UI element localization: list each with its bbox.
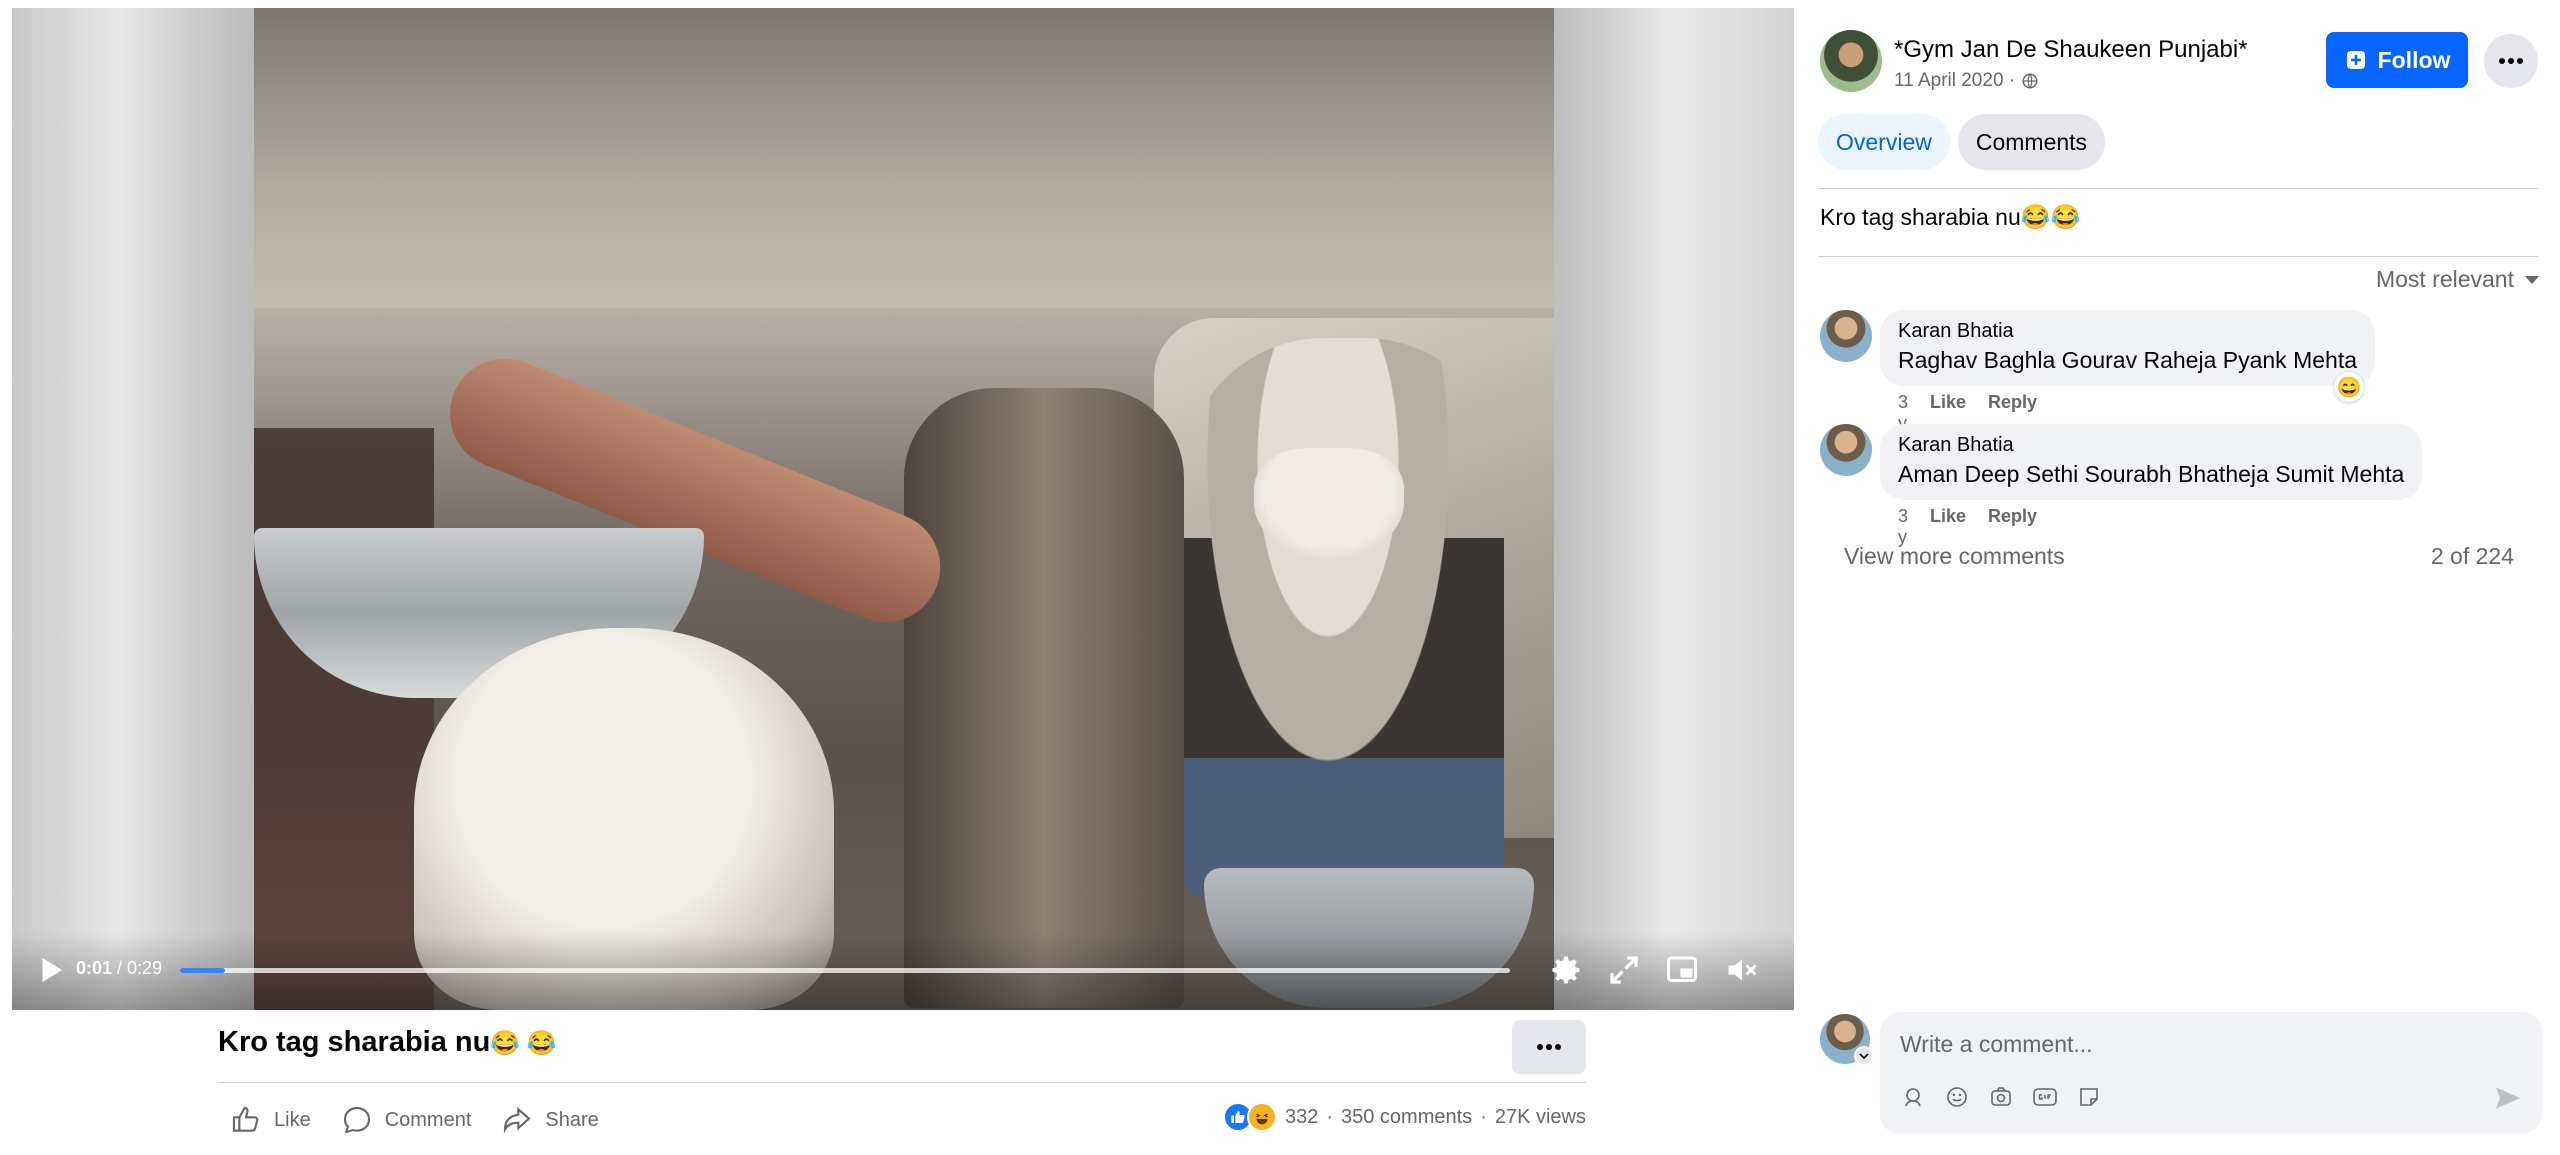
stats-separator: · [1480,1105,1487,1128]
reaction-count[interactable]: 332 [1285,1106,1318,1129]
current-time: 0:01 [76,958,113,978]
comment-author[interactable]: Karan Bhatia [1898,434,2404,457]
camera-icon[interactable] [1986,1082,2016,1112]
avatar[interactable] [1820,310,1872,362]
comment-meta: 3 y Like Reply [1898,506,2037,548]
caption-text: Kro tag sharabia nu [1820,204,2021,230]
sort-label: Most relevant [2375,266,2514,292]
comment-composer [1880,1012,2542,1134]
follow-label: Follow [2377,46,2451,73]
comment-like-link[interactable]: Like [1930,506,1966,548]
video-scene-person [1184,338,1504,898]
more-icon [2499,58,2523,64]
send-icon[interactable] [2492,1082,2524,1114]
play-icon[interactable] [32,952,68,988]
video-frame[interactable] [254,8,1554,1010]
post-caption: Kro tag sharabia nu😂😂 [1820,204,2081,231]
pip-icon[interactable] [1664,952,1700,988]
mute-icon[interactable] [1724,952,1760,988]
post-actions: Like Comment Share [230,1100,599,1140]
settings-icon[interactable] [1548,952,1584,988]
reaction-icons[interactable] [1222,1102,1277,1132]
post-title-emojis: 😂 😂 [490,1030,557,1057]
share-button[interactable]: Share [501,1104,599,1136]
composer-tools [1898,1082,2104,1112]
comment-reaction-icon[interactable]: 😄 [2334,372,2364,402]
comment-bubble: Karan Bhatia Aman Deep Sethi Sourabh Bha… [1880,424,2423,500]
follow-button[interactable]: Follow [2326,32,2468,88]
post-title-text: Kro tag sharabia nu [218,1026,491,1058]
avatar-sticker-icon[interactable] [1898,1082,1928,1112]
post-title: Kro tag sharabia nu😂 😂 [218,1026,557,1059]
post-date: 11 April 2020 · [1894,70,2039,92]
like-icon [232,1106,259,1132]
like-label: Like [274,1108,311,1131]
total-time: 0:29 [127,958,163,978]
video-scene-face [1254,448,1404,558]
comment-reaction: 😄 [2336,376,2362,399]
tabs-divider [1818,188,2538,189]
comment-input[interactable] [1900,1026,2460,1062]
post-divider [218,1082,1586,1083]
comment-reply-link[interactable]: Reply [1988,506,2037,548]
view-more-comments-link[interactable]: View more comments [1844,543,2065,570]
page-avatar[interactable] [1820,30,1882,92]
globe-icon [2022,73,2038,89]
comment-bubble: Karan Bhatia Raghav Baghla Gourav Raheja… [1880,310,2376,386]
comment-button[interactable]: Comment [341,1104,472,1136]
caption-divider [1818,256,2538,257]
video-player[interactable]: 0:01 / 0:29 [12,8,1794,1010]
video-time: 0:01 / 0:29 [76,958,162,979]
avatar[interactable] [1820,424,1872,476]
panel-tabs: Overview Comments [1818,114,2106,170]
tab-comments[interactable]: Comments [1957,114,2106,170]
caption-emojis: 😂😂 [2020,204,2081,231]
video-scene-shadow [254,428,434,1010]
post-side-panel: *Gym Jan De Shaukeen Punjabi* 11 April 2… [1794,0,2560,1155]
panel-more-button[interactable] [2484,34,2538,88]
fullscreen-icon[interactable] [1606,952,1642,988]
video-progress [180,968,226,973]
video-controls: 0:01 / 0:29 [12,932,1794,1010]
comments-count[interactable]: 350 comments [1341,1106,1472,1129]
post-more-button[interactable] [1512,1020,1586,1074]
comment-author[interactable]: Karan Bhatia [1898,320,2357,343]
comment-icon [343,1106,370,1134]
time-separator: / [112,958,128,978]
haha-reaction-icon [1246,1102,1277,1132]
share-icon [504,1106,532,1134]
like-button[interactable]: Like [230,1104,311,1136]
more-icon [1537,1044,1561,1050]
comment-age[interactable]: 3 y [1898,506,1908,548]
tab-overview[interactable]: Overview [1818,114,1950,170]
views-count: 27K views [1494,1105,1586,1128]
comment-text: Raghav Baghla Gourav Raheja Pyank Mehta [1898,347,2358,373]
video-scene-roof [254,8,1554,308]
sticker-icon[interactable] [2074,1082,2104,1112]
sort-dropdown[interactable]: Most relevant [2376,266,2540,293]
video-scene-seat [904,388,1184,1008]
comment-label: Comment [384,1108,472,1131]
comment-text: Aman Deep Sethi Sourabh Bhatheja Sumit M… [1898,461,2405,487]
sort-caret-icon [2525,275,2539,284]
emoji-icon[interactable] [1942,1082,1972,1112]
comments-counter: 2 of 224 [2430,543,2514,569]
profile-switch-caret[interactable] [1854,1046,1874,1066]
video-scrubber[interactable] [180,968,1510,973]
chevron-down-icon [1859,1053,1869,1059]
share-label: Share [545,1108,599,1131]
gif-icon[interactable] [2030,1082,2060,1112]
stats-separator: · [1326,1105,1333,1128]
page-name[interactable]: *Gym Jan De Shaukeen Punjabi* [1894,36,2248,64]
post-stats: 332 · 350 comments · 27K views [1222,1102,1586,1132]
post-date-text[interactable]: 11 April 2020 · [1894,70,2015,92]
follow-plus-icon [2346,51,2365,69]
